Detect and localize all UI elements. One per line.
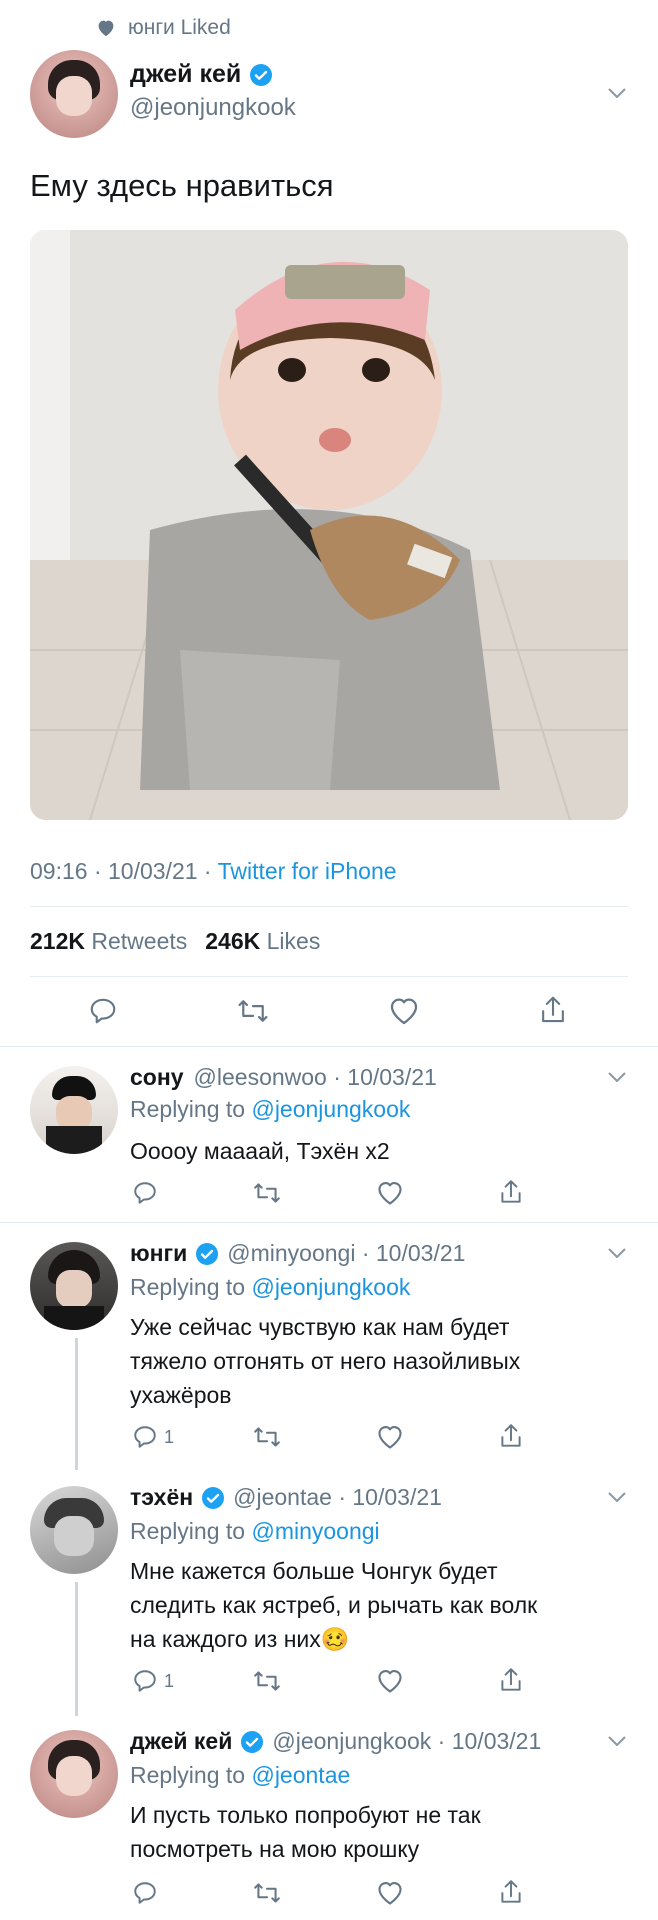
reply-icon[interactable] bbox=[132, 1180, 158, 1206]
like-icon[interactable] bbox=[376, 1424, 404, 1450]
avatar[interactable] bbox=[30, 50, 118, 138]
reply-text: Уже сейчас чувствую как нам будет тяжело… bbox=[130, 1314, 521, 1408]
chevron-down-icon[interactable] bbox=[608, 88, 626, 98]
avatar[interactable] bbox=[30, 1066, 118, 1154]
retweet-icon[interactable] bbox=[252, 1424, 282, 1450]
share-icon[interactable] bbox=[498, 1878, 524, 1906]
thread-line bbox=[75, 1338, 78, 1470]
share-icon[interactable] bbox=[498, 1178, 524, 1206]
social-context-text: юнги Liked bbox=[128, 16, 231, 39]
verified-badge-icon bbox=[250, 63, 273, 86]
share-icon[interactable] bbox=[498, 1422, 524, 1450]
replying-to-link[interactable]: @jeontae bbox=[251, 1762, 350, 1788]
reply-text: Ооооу маааай, Тэхён х2 bbox=[130, 1138, 390, 1164]
reply-icon bbox=[134, 1426, 156, 1448]
verified-badge-icon bbox=[202, 1486, 225, 1509]
avatar[interactable] bbox=[30, 1730, 118, 1818]
tweet-photo[interactable] bbox=[30, 230, 628, 820]
reply-author-name[interactable]: тэхён bbox=[130, 1484, 193, 1511]
reply-author-name[interactable]: сону bbox=[130, 1064, 184, 1091]
author-name[interactable]: джей кей bbox=[130, 60, 241, 89]
reply-handle-time[interactable]: @jeonjungkook · 10/03/21 bbox=[272, 1728, 541, 1755]
reply-icon bbox=[134, 1670, 156, 1692]
replying-to: Replying to @jeonjungkook bbox=[130, 1274, 411, 1300]
like-icon[interactable] bbox=[376, 1880, 404, 1906]
avatar[interactable] bbox=[30, 1242, 118, 1330]
tweet-timestamp: 09:16 · 10/03/21 · Twitter for iPhone bbox=[30, 858, 397, 885]
retweet-icon[interactable] bbox=[252, 1180, 282, 1206]
replying-to-link[interactable]: @minyoongi bbox=[251, 1518, 379, 1544]
replying-to: Replying to @jeonjungkook bbox=[130, 1096, 411, 1122]
replying-to-link[interactable]: @jeonjungkook bbox=[251, 1096, 410, 1122]
share-icon[interactable] bbox=[498, 1666, 524, 1694]
retweet-icon[interactable] bbox=[252, 1880, 282, 1906]
reply-handle-time[interactable]: @leesonwoo · 10/03/21 bbox=[194, 1064, 437, 1091]
reply-icon[interactable] bbox=[132, 1880, 158, 1906]
source-link[interactable]: Twitter for iPhone bbox=[218, 858, 397, 884]
tweet-stats: 212K Retweets 246K Likes bbox=[30, 928, 320, 955]
reply-handle-time[interactable]: @jeontae · 10/03/21 bbox=[233, 1484, 442, 1511]
heart-icon bbox=[98, 20, 114, 37]
like-icon[interactable] bbox=[376, 1668, 404, 1694]
reply-count: 1 bbox=[164, 1426, 175, 1447]
verified-badge-icon bbox=[196, 1242, 219, 1265]
verified-badge-icon bbox=[241, 1730, 264, 1753]
reply-button[interactable]: 1 bbox=[132, 1668, 174, 1694]
social-context[interactable]: юнги Liked bbox=[96, 16, 231, 40]
reply-author-name[interactable]: джей кей bbox=[130, 1728, 232, 1755]
tweet-text: Ему здесь нравиться bbox=[30, 168, 334, 203]
reply-button[interactable]: 1 bbox=[132, 1424, 174, 1450]
retweet-icon[interactable] bbox=[252, 1668, 282, 1694]
likes-stat[interactable]: 246K Likes bbox=[205, 928, 320, 955]
share-icon[interactable] bbox=[538, 994, 568, 1026]
retweet-icon[interactable] bbox=[236, 996, 270, 1026]
chevron-down-icon[interactable] bbox=[608, 1736, 626, 1746]
retweets-stat[interactable]: 212K Retweets bbox=[30, 928, 187, 955]
reply-count: 1 bbox=[164, 1670, 175, 1691]
chevron-down-icon[interactable] bbox=[608, 1072, 626, 1082]
timestamp-text: 09:16 · 10/03/21 · bbox=[30, 858, 218, 884]
replying-to-link[interactable]: @jeonjungkook bbox=[251, 1274, 410, 1300]
reply-icon[interactable] bbox=[88, 996, 118, 1026]
like-icon[interactable] bbox=[388, 996, 420, 1026]
replying-to: Replying to @minyoongi bbox=[130, 1518, 380, 1544]
reply-handle-time[interactable]: @minyoongi · 10/03/21 bbox=[227, 1240, 465, 1267]
avatar[interactable] bbox=[30, 1486, 118, 1574]
replying-to: Replying to @jeontae bbox=[130, 1762, 351, 1788]
chevron-down-icon[interactable] bbox=[608, 1492, 626, 1502]
reply-author-name[interactable]: юнги bbox=[130, 1240, 187, 1267]
like-icon[interactable] bbox=[376, 1180, 404, 1206]
thread-line bbox=[75, 1582, 78, 1716]
reply-text: Мне кажется больше Чонгук будет следить … bbox=[130, 1558, 538, 1652]
chevron-down-icon[interactable] bbox=[608, 1248, 626, 1258]
author-handle[interactable]: @jeonjungkook bbox=[130, 94, 296, 122]
reply-text: И пусть только попробуют не так посмотре… bbox=[130, 1802, 481, 1862]
